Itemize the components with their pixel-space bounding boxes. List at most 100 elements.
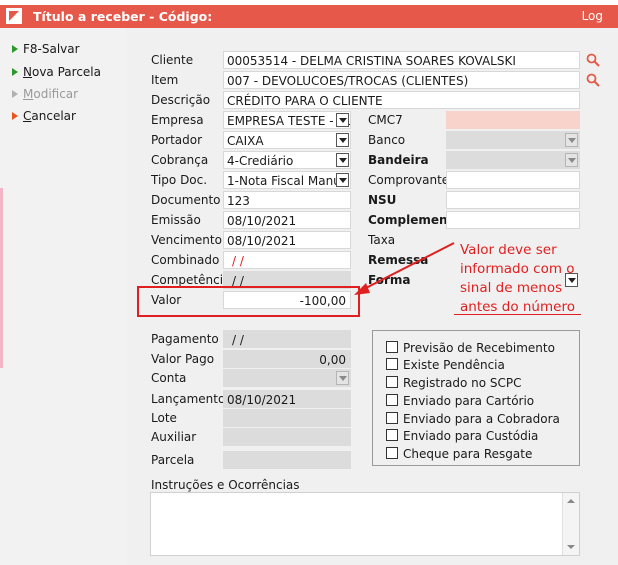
checkbox-resgate[interactable]: Cheque para Resgate (386, 446, 532, 462)
combinado-value: / / (232, 254, 244, 268)
checkbox-icon[interactable] (386, 341, 398, 353)
annotation-arrow-icon (354, 242, 455, 295)
auxiliar-label: Auxiliar (151, 430, 197, 444)
chevron-down-icon (336, 371, 349, 385)
new-installment-accel: N (23, 65, 32, 79)
lancamento-field: 08/10/2021 (223, 390, 351, 408)
title-bar: Título a receber - Código: Log (0, 5, 618, 28)
cliente-field[interactable]: 00053514 - DELMA CRISTINA SOARES KOVALSK… (223, 51, 580, 69)
vencimento-field[interactable]: 08/10/2021 (223, 231, 351, 249)
tipodoc-label: Tipo Doc. (151, 173, 208, 187)
item-label: Item (151, 73, 179, 87)
valorpago-field: 0,00 (223, 350, 351, 368)
memo-scrollbar[interactable] (562, 493, 579, 555)
checkbox-icon[interactable] (386, 412, 398, 424)
complemento-field[interactable] (446, 211, 580, 229)
checkbox-previsao[interactable]: Previsão de Recebimento (386, 340, 555, 356)
annotation-underline (454, 314, 581, 315)
pagamento-label: Pagamento (151, 332, 219, 346)
arrow-right-icon (12, 68, 18, 76)
annotation-line3: sinal de menos (460, 280, 563, 296)
emissao-label: Emissão (151, 213, 201, 227)
bandeira-select[interactable] (446, 151, 580, 169)
banco-select[interactable] (446, 131, 580, 149)
checkbox-scpc[interactable]: Registrado no SCPC (386, 375, 522, 391)
instrucoes-textarea[interactable] (150, 492, 580, 556)
checkbox-label: Enviado para Custódia (403, 429, 539, 443)
chevron-down-icon[interactable] (565, 133, 578, 147)
bandeira-label: Bandeira (368, 153, 429, 167)
portador-select[interactable]: CAIXA (223, 131, 351, 149)
cmc7-label: CMC7 (368, 113, 403, 127)
checkbox-label: Cheque para Resgate (403, 447, 533, 461)
arrow-right-icon (12, 90, 18, 98)
checkbox-cobradora[interactable]: Enviado para a Cobradora (386, 411, 560, 427)
checkbox-icon[interactable] (386, 429, 398, 441)
checkbox-custodia[interactable]: Enviado para Custódia (386, 428, 538, 444)
chevron-down-icon[interactable] (336, 113, 349, 127)
save-button[interactable]: F8-Salvar (12, 41, 80, 57)
descricao-label: Descrição (151, 93, 211, 107)
cmc7-field[interactable] (446, 111, 580, 129)
comprovante-field[interactable] (446, 171, 580, 189)
checkbox-pendencia[interactable]: Existe Pendência (386, 357, 505, 373)
annotation-line2: informado com o (460, 261, 575, 277)
lote-label: Lote (151, 411, 177, 425)
app-logo-icon (6, 8, 22, 24)
save-button-label: F8-Salvar (23, 42, 80, 56)
parcela-label: Parcela (151, 453, 195, 467)
valorpago-label: Valor Pago (151, 352, 215, 366)
checkbox-icon[interactable] (386, 358, 398, 370)
search-icon[interactable] (586, 73, 600, 87)
modify-button[interactable]: Modificar (12, 86, 78, 102)
cobranca-select[interactable]: 4-Crediário (223, 151, 351, 169)
checkbox-label: Enviado para a Cobradora (403, 412, 560, 426)
checkbox-label: Previsão de Recebimento (403, 341, 555, 355)
chevron-down-icon[interactable] (336, 173, 349, 187)
scroll-down-icon[interactable] (567, 545, 575, 549)
modify-label: odificar (33, 87, 79, 101)
comprovante-label: Comprovante (368, 173, 450, 187)
cancel-button[interactable]: Cancelar (12, 108, 76, 124)
new-installment-label: ova Parcela (31, 65, 101, 79)
lancamento-label: Lançamento (151, 392, 226, 406)
portador-value: CAIXA (227, 134, 264, 148)
combinado-label: Combinado (151, 253, 220, 267)
checkbox-icon[interactable] (386, 376, 398, 388)
documento-label: Documento (151, 193, 221, 207)
item-field[interactable]: 007 - DEVOLUCOES/TROCAS (CLIENTES) (223, 71, 580, 89)
tipodoc-select[interactable]: 1-Nota Fiscal Manua (223, 171, 351, 189)
valor-highlight-box (137, 286, 360, 317)
descricao-field[interactable]: CRÉDITO PARA O CLIENTE (223, 91, 580, 109)
lote-field (223, 409, 351, 427)
checkbox-label: Registrado no SCPC (403, 376, 522, 390)
arrow-right-icon (12, 45, 18, 53)
empresa-select[interactable]: EMPRESA TESTE - AL (223, 111, 351, 129)
arrow-right-icon (12, 112, 18, 120)
combinado-field[interactable]: / / (223, 251, 351, 269)
scroll-up-icon[interactable] (567, 499, 575, 503)
window-title: Título a receber - Código: (33, 9, 213, 24)
empresa-value: EMPRESA TESTE - AL (227, 114, 351, 128)
chevron-down-icon[interactable] (336, 133, 349, 147)
checkbox-icon[interactable] (386, 447, 398, 459)
new-installment-button[interactable]: Nova Parcela (12, 64, 101, 80)
search-icon[interactable] (586, 53, 600, 67)
log-link[interactable]: Log (582, 9, 603, 23)
nsu-field[interactable] (446, 191, 580, 209)
pagamento-field: / / (223, 330, 351, 348)
emissao-field[interactable]: 08/10/2021 (223, 211, 351, 229)
parcela-field (223, 451, 351, 469)
conta-label: Conta (151, 371, 187, 385)
checkbox-icon[interactable] (386, 394, 398, 406)
cobranca-value: 4-Crediário (227, 154, 294, 168)
instrucoes-label: Instruções e Ocorrências (151, 478, 300, 492)
vencimento-label: Vencimento (151, 233, 222, 247)
empresa-label: Empresa (151, 113, 204, 127)
chevron-down-icon[interactable] (565, 153, 578, 167)
chevron-down-icon[interactable] (336, 153, 349, 167)
checkbox-label: Existe Pendência (403, 358, 505, 372)
documento-field[interactable]: 123 (223, 191, 351, 209)
cobranca-label: Cobrança (151, 153, 209, 167)
checkbox-cartorio[interactable]: Enviado para Cartório (386, 393, 534, 409)
